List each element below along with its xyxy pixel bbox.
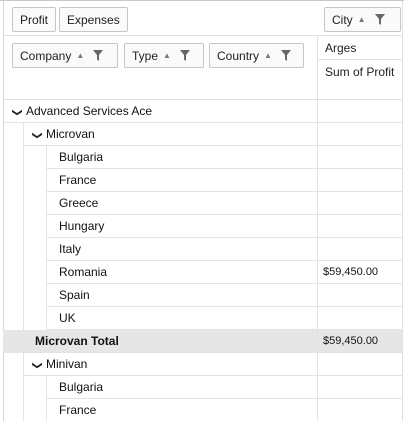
row-label-text: Romania — [59, 265, 108, 279]
value-cell: $59,450.00 — [323, 335, 379, 347]
row-label: France — [59, 169, 96, 192]
row-label-text: Microvan — [46, 127, 95, 141]
column-field-label: City — [332, 12, 353, 27]
row-field-country[interactable]: Country ▲ — [209, 43, 304, 68]
row-label-text: France — [59, 173, 97, 187]
group-row[interactable]: ❯ Advanced Services Ace — [3, 100, 402, 123]
indent-guide-level-2 — [46, 376, 47, 421]
row-field-label: Company — [20, 48, 72, 63]
table-row: Spain — [3, 284, 402, 307]
row-label-text: Hungary — [59, 219, 105, 233]
table-row: Romania $59,450.00 — [3, 261, 402, 284]
column-separator — [317, 35, 318, 100]
column-divider — [317, 353, 318, 376]
column-divider — [317, 330, 318, 353]
pivot-grid: Profit Expenses City ▲ Company ▲ Type ▲ … — [0, 0, 404, 421]
value-cell: $59,450.00 — [323, 266, 379, 278]
table-row: Italy — [3, 238, 402, 261]
filter-icon[interactable] — [280, 50, 291, 61]
chevron-down-icon[interactable]: ❯ — [26, 131, 49, 141]
sort-ascending-icon[interactable]: ▲ — [76, 51, 84, 60]
grid-right-border — [402, 1, 403, 421]
column-header-city-value: Arges — [325, 41, 357, 55]
column-divider — [317, 215, 318, 238]
indent-guide-level-2 — [46, 146, 47, 330]
chevron-down-icon[interactable]: ❯ — [26, 361, 49, 371]
sort-ascending-icon[interactable]: ▲ — [264, 51, 272, 60]
row-label-text: Minivan — [46, 357, 88, 371]
data-field-profit[interactable]: Profit — [12, 7, 57, 32]
row-label: ❯ Advanced Services Ace — [12, 100, 153, 123]
row-label: UK — [59, 307, 76, 330]
table-row: France — [3, 399, 402, 421]
filter-icon[interactable] — [179, 50, 190, 61]
filter-icon[interactable] — [374, 14, 385, 25]
table-row: Bulgaria — [3, 376, 402, 399]
filter-icon[interactable] — [93, 50, 104, 61]
row-field-type[interactable]: Type ▲ — [124, 43, 204, 68]
column-divider — [317, 261, 318, 284]
table-row: France — [3, 169, 402, 192]
row-label-text: Greece — [59, 196, 99, 210]
row-field-label: Type — [132, 48, 159, 63]
column-header-measure: Sum of Profit — [325, 65, 395, 79]
row-label-text: Bulgaria — [59, 150, 104, 164]
row-label: Greece — [59, 192, 98, 215]
data-field-expenses[interactable]: Expenses — [59, 7, 128, 32]
data-field-label: Profit — [20, 12, 49, 27]
sort-ascending-icon[interactable]: ▲ — [358, 15, 366, 24]
column-divider — [317, 146, 318, 169]
row-label: Romania — [59, 261, 107, 284]
indent-guide-level-1 — [23, 123, 24, 421]
column-divider — [317, 169, 318, 192]
row-label: Italy — [59, 238, 81, 261]
row-label-text: UK — [59, 311, 76, 325]
row-label: Bulgaria — [59, 146, 103, 169]
total-row: Microvan Total $59,450.00 — [3, 330, 402, 353]
row-label-text: Microvan Total — [35, 334, 119, 348]
row-label-text: Italy — [59, 242, 82, 256]
table-row: Hungary — [3, 215, 402, 238]
row-label: ❯ Microvan — [32, 123, 95, 146]
row-field-label: Country — [217, 48, 260, 63]
row-label: Microvan Total — [35, 330, 119, 353]
column-divider — [317, 192, 318, 215]
row-label-text: Spain — [59, 288, 90, 302]
row-label: ❯ Minivan — [32, 353, 88, 376]
column-divider — [317, 123, 318, 146]
group-row[interactable]: ❯ Minivan — [3, 353, 402, 376]
chevron-down-icon[interactable]: ❯ — [6, 108, 29, 118]
row-label-text: France — [59, 403, 97, 417]
sort-ascending-icon[interactable]: ▲ — [163, 51, 171, 60]
row-label: France — [59, 399, 96, 421]
row-label: Bulgaria — [59, 376, 103, 399]
column-divider — [317, 307, 318, 330]
header-separator — [318, 59, 402, 60]
table-row: UK — [3, 307, 402, 330]
column-divider — [317, 284, 318, 307]
column-field-city[interactable]: City ▲ — [324, 7, 401, 32]
group-row[interactable]: ❯ Microvan — [3, 123, 402, 146]
column-divider — [317, 238, 318, 261]
row-field-company[interactable]: Company ▲ — [12, 43, 118, 68]
row-label: Spain — [59, 284, 90, 307]
row-label-text: Bulgaria — [59, 380, 104, 394]
row-label: Hungary — [59, 215, 104, 238]
column-divider — [317, 399, 318, 421]
row-label-text: Advanced Services Ace — [26, 104, 153, 118]
table-row: Bulgaria — [3, 146, 402, 169]
column-divider — [317, 376, 318, 399]
column-divider — [317, 100, 318, 123]
table-row: Greece — [3, 192, 402, 215]
data-field-label: Expenses — [67, 12, 120, 27]
header-separator — [3, 35, 402, 36]
